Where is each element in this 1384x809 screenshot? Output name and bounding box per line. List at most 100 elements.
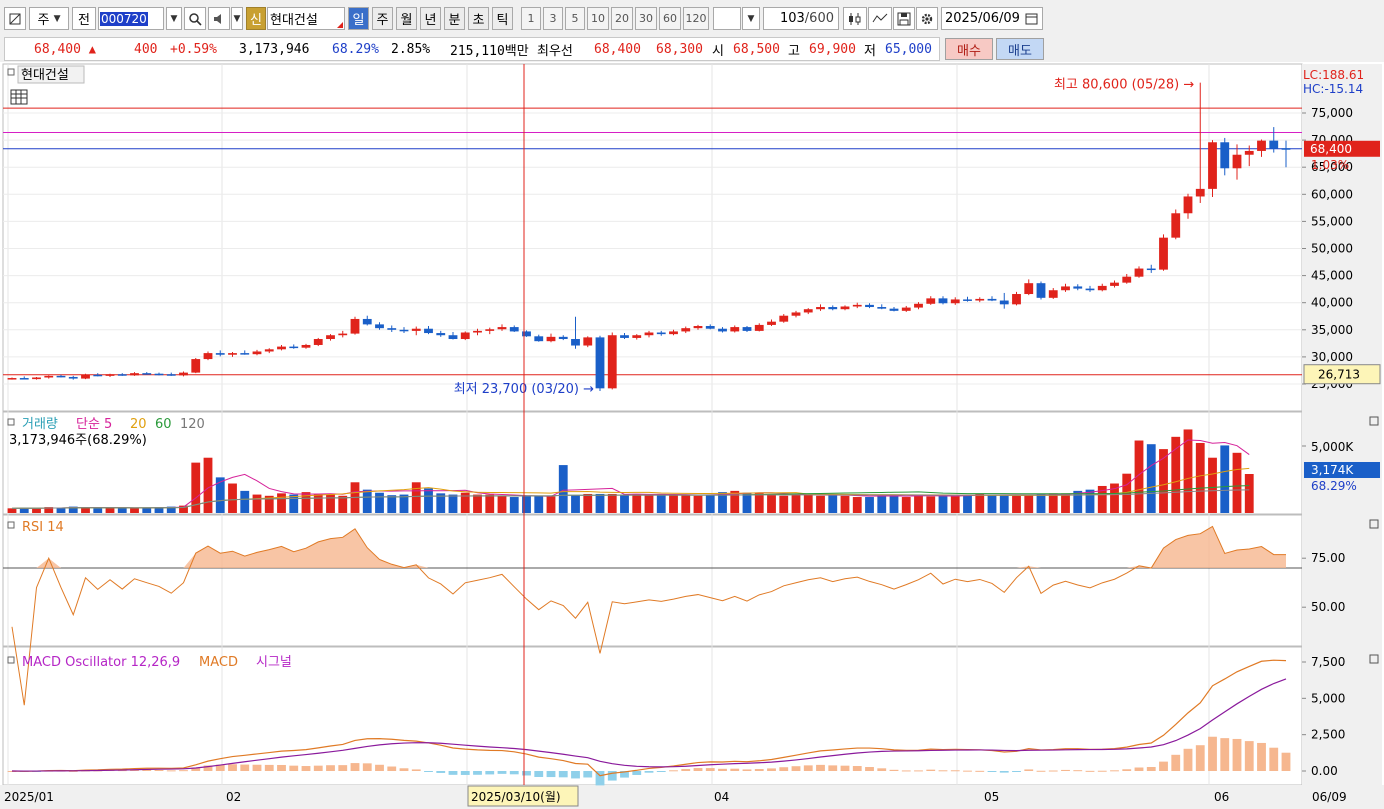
- interval-custom-input[interactable]: [713, 7, 741, 30]
- candle-body: [1244, 150, 1254, 155]
- candle-body: [1085, 288, 1095, 291]
- candle-body: [1110, 282, 1119, 286]
- period-tab-1[interactable]: 주: [372, 7, 393, 30]
- macd-oscillator-bar: [179, 770, 188, 772]
- candle-body: [215, 353, 225, 355]
- period-tab-3[interactable]: 년: [420, 7, 441, 30]
- volume-bar: [56, 508, 66, 513]
- period-tab-5[interactable]: 초: [468, 7, 489, 30]
- date-input[interactable]: 2025/06/09: [941, 7, 1043, 30]
- search-icon[interactable]: [184, 7, 206, 30]
- interval-tab-0[interactable]: 1: [521, 7, 541, 30]
- high-annotation: 최고 80,600 (05/28) →: [1054, 78, 1194, 93]
- candle-body: [767, 321, 776, 325]
- candle-body: [7, 378, 17, 380]
- volume-bar: [1012, 495, 1021, 513]
- macd-oscillator-bar: [289, 765, 299, 771]
- macd-oscillator-bar: [742, 769, 752, 771]
- volume-ma-label: 단순 5: [76, 417, 112, 432]
- candle-body: [1097, 285, 1107, 291]
- volume-bar: [448, 494, 458, 513]
- price-pane[interactable]: [2, 63, 1303, 412]
- volume-tag-text: 3,174K: [1311, 463, 1354, 477]
- volume-bar: [399, 494, 409, 513]
- volume-bar: [215, 477, 225, 513]
- interval-dropdown[interactable]: ▼: [742, 7, 760, 30]
- interval-tab-1[interactable]: 3: [543, 7, 563, 30]
- candle-body: [142, 373, 152, 375]
- up-arrow-icon: ▲: [88, 42, 97, 56]
- chart-type-icon[interactable]: [4, 7, 26, 30]
- hc-label: HC:-15.14: [1303, 82, 1363, 96]
- chart-area[interactable]: 현대건설 LC:188.61 HC:-15.14 75,000 70,000 65,…: [0, 62, 1384, 809]
- calendar-icon[interactable]: [1025, 12, 1039, 25]
- macd-title: MACD Oscillator 12,26,9: [22, 655, 180, 670]
- sound-dropdown[interactable]: ▼: [231, 7, 243, 30]
- rsi-axis-tick: 75.00: [1311, 551, 1345, 565]
- candle-body: [473, 330, 482, 333]
- macd-oscillator-bar: [999, 771, 1009, 773]
- macd-oscillator-bar: [644, 771, 654, 773]
- candle-body: [277, 346, 286, 350]
- interval-tab-7[interactable]: 120: [683, 7, 709, 30]
- interval-tab-2[interactable]: 5: [565, 7, 585, 30]
- chart-style-icon[interactable]: [843, 7, 867, 30]
- interval-tab-5[interactable]: 30: [635, 7, 657, 30]
- volume-bar: [1036, 493, 1046, 513]
- candle-body: [828, 307, 838, 310]
- crosshair-price-tag: 26,713: [1303, 364, 1381, 385]
- candle-body: [387, 328, 397, 330]
- volume-bar: [681, 495, 691, 513]
- current-price-tag-text: 68,400: [1310, 142, 1352, 156]
- buy-button[interactable]: 매수: [945, 38, 993, 60]
- high-label: 고: [788, 43, 800, 59]
- period-tab-4[interactable]: 분: [444, 7, 465, 30]
- sound-icon[interactable]: [208, 7, 230, 30]
- crosshair-date-tag: 2025/03/10(월): [467, 785, 579, 807]
- period-tab-6[interactable]: 틱: [492, 7, 513, 30]
- macd-oscillator-bar: [889, 769, 899, 771]
- interval-tab-6[interactable]: 60: [659, 7, 681, 30]
- macd-oscillator-bar: [1097, 770, 1107, 772]
- gear-icon[interactable]: [916, 7, 938, 30]
- stock-code-input[interactable]: 000720: [98, 7, 164, 30]
- candle-body: [644, 332, 654, 336]
- period-tab-0[interactable]: 일: [348, 7, 369, 30]
- save-icon[interactable]: [893, 7, 915, 30]
- volume-bar: [117, 507, 127, 513]
- candle-body: [93, 374, 103, 377]
- volume-bar: [914, 495, 923, 513]
- candle-body: [1036, 283, 1046, 298]
- prefix-button[interactable]: 전: [72, 7, 96, 30]
- rsi-pane[interactable]: [2, 514, 1303, 647]
- interval-tab-3[interactable]: 10: [587, 7, 609, 30]
- x-axis-area: [0, 785, 1384, 809]
- high-price: 69,900: [809, 41, 856, 57]
- code-dropdown[interactable]: ▼: [166, 7, 182, 30]
- table-icon[interactable]: [10, 89, 28, 105]
- stock-name[interactable]: 현대건설: [267, 7, 345, 30]
- candle-body: [485, 329, 495, 331]
- volume-bar: [1232, 452, 1242, 513]
- candle-body: [1195, 188, 1205, 197]
- x-axis-label: 2025/01: [4, 790, 54, 804]
- volume-bar: [1244, 474, 1254, 513]
- macd-oscillator-bar: [485, 771, 495, 775]
- candle-body: [681, 328, 691, 332]
- volume-bar: [852, 497, 862, 513]
- count-input[interactable]: 103/600: [763, 7, 839, 30]
- interval-tab-4[interactable]: 20: [611, 7, 633, 30]
- volume-bar: [754, 493, 764, 513]
- trendline-icon[interactable]: [868, 7, 892, 30]
- volume-bar: [485, 494, 495, 513]
- volume-bar: [938, 495, 948, 513]
- market-select[interactable]: 주 ▼: [29, 7, 69, 30]
- macd-axis-tick: 5,000: [1311, 691, 1345, 705]
- period-tab-2[interactable]: 월: [396, 7, 417, 30]
- candle-body: [656, 332, 666, 335]
- x-axis-label: 06/09: [1312, 790, 1347, 804]
- volume-bar: [889, 494, 899, 513]
- sell-button[interactable]: 매도: [996, 38, 1044, 60]
- chart-svg[interactable]: 현대건설 LC:188.61 HC:-15.14 75,00070,00065,…: [0, 62, 1384, 809]
- candle-body: [1220, 142, 1230, 169]
